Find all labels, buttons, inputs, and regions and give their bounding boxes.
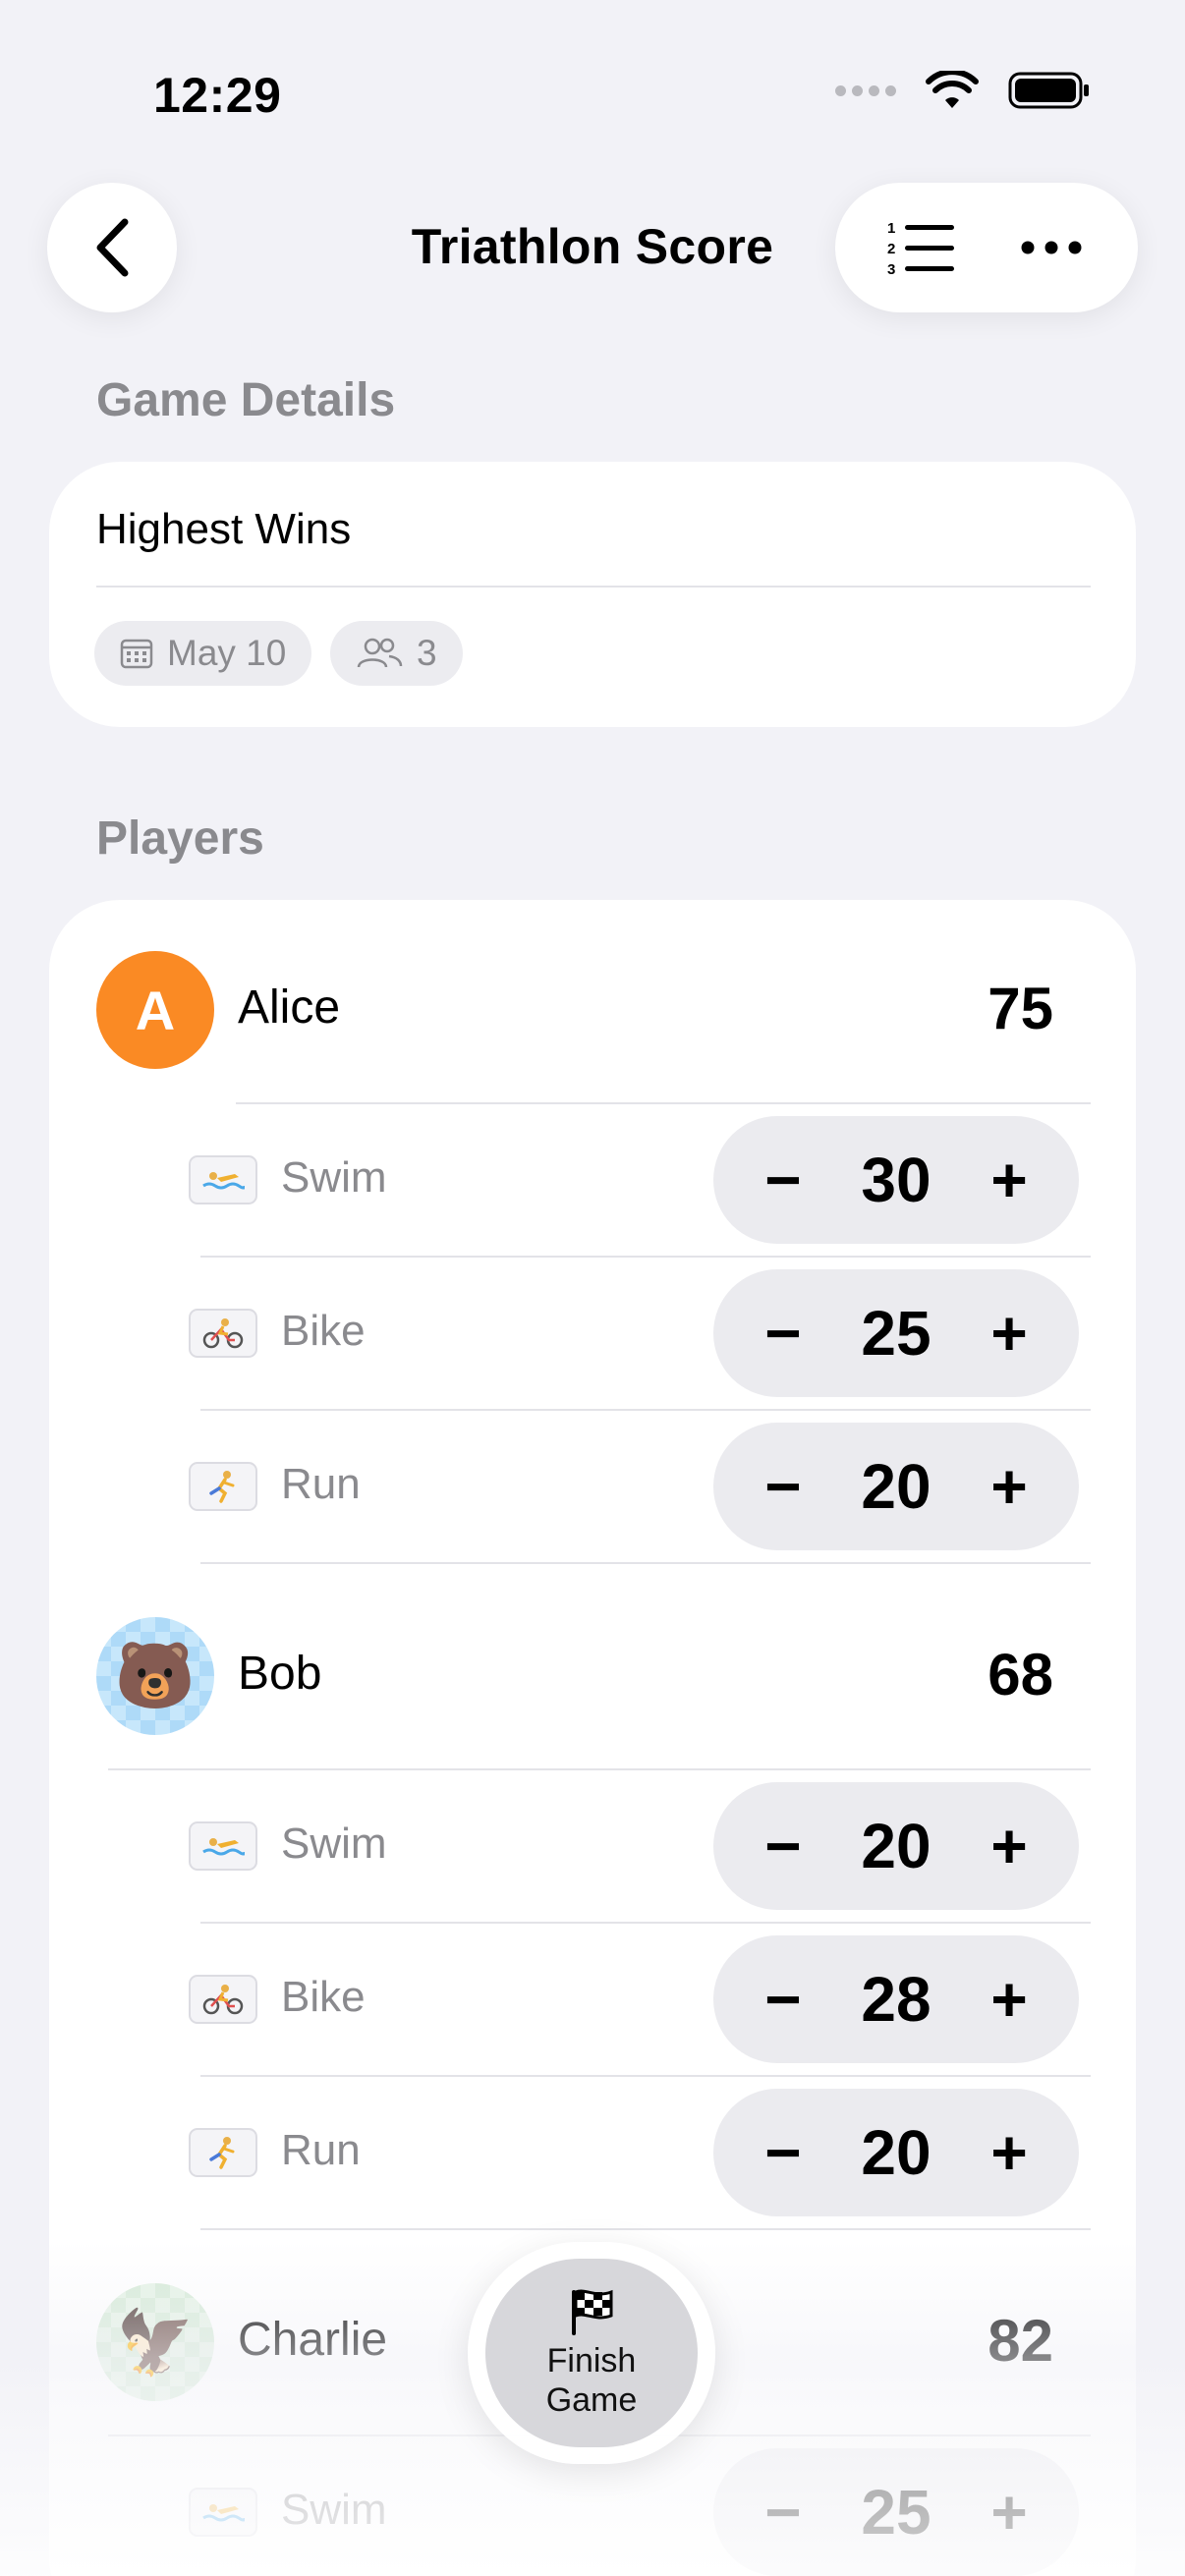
score-stepper: − 30 + xyxy=(713,1116,1079,1244)
event-score: 20 xyxy=(861,1451,931,1522)
event-label: Swim xyxy=(281,1820,387,1868)
event-row: Run − 20 + xyxy=(49,2077,1136,2228)
nav-actions: 1 2 3 xyxy=(835,183,1138,312)
avatar: 🦅 xyxy=(96,2283,214,2401)
runner-icon xyxy=(189,2128,257,2177)
player-name: Alice xyxy=(238,981,341,1034)
player-count-label: 3 xyxy=(417,633,437,673)
score-stepper: − 20 + xyxy=(713,1423,1079,1550)
svg-text:3: 3 xyxy=(887,261,895,276)
finish-game-container: Finish Game xyxy=(468,2242,715,2464)
score-stepper: − 28 + xyxy=(713,1935,1079,2063)
player-count-chip[interactable]: 3 xyxy=(330,621,463,686)
people-icon xyxy=(357,638,403,668)
increment-button[interactable]: + xyxy=(975,2117,1044,2188)
status-indicators xyxy=(835,71,1091,110)
player-name: Bob xyxy=(238,1648,322,1700)
decrement-button[interactable]: − xyxy=(749,2117,818,2188)
increment-button[interactable]: + xyxy=(975,2477,1044,2548)
date-label: May 10 xyxy=(167,633,287,673)
event-label: Swim xyxy=(281,1153,387,1202)
event-label: Bike xyxy=(281,1307,366,1355)
event-score: 25 xyxy=(861,1298,931,1369)
event-row: Swim − 20 + xyxy=(49,1770,1136,1922)
score-stepper: − 25 + xyxy=(713,2448,1079,2576)
svg-text:2: 2 xyxy=(887,241,895,257)
event-label: Run xyxy=(281,1460,361,1508)
divider xyxy=(200,2228,1091,2230)
status-time: 12:29 xyxy=(153,68,282,123)
player-row[interactable]: A Alice 75 xyxy=(49,941,1136,1079)
score-stepper: − 20 + xyxy=(713,1782,1079,1910)
event-score: 20 xyxy=(861,2117,931,2188)
event-label: Swim xyxy=(281,2486,387,2534)
swimmer-icon xyxy=(189,1821,257,1871)
event-row: Bike − 25 + xyxy=(49,1258,1136,1409)
decrement-button[interactable]: − xyxy=(749,1298,818,1369)
decrement-button[interactable]: − xyxy=(749,1145,818,1215)
event-score: 30 xyxy=(861,1145,931,1215)
screen: 12:29 Triathlon Score 1 2 3 Game Details… xyxy=(0,0,1185,2576)
event-score: 28 xyxy=(861,1964,931,2035)
decrement-button[interactable]: − xyxy=(749,1811,818,1881)
score-stepper: − 25 + xyxy=(713,1269,1079,1397)
player-total-score: 82 xyxy=(988,2308,1053,2374)
player-total-score: 75 xyxy=(988,976,1053,1041)
leaderboard-button[interactable]: 1 2 3 xyxy=(868,194,976,302)
finish-game-button[interactable]: Finish Game xyxy=(485,2259,698,2447)
increment-button[interactable]: + xyxy=(975,1298,1044,1369)
game-details-header: Game Details xyxy=(96,374,396,426)
more-button[interactable] xyxy=(997,194,1105,302)
cyclist-icon xyxy=(189,1309,257,1358)
player-total-score: 68 xyxy=(988,1642,1053,1708)
increment-button[interactable]: + xyxy=(975,1964,1044,2035)
score-stepper: − 20 + xyxy=(713,2089,1079,2216)
event-label: Run xyxy=(281,2126,361,2174)
divider xyxy=(96,586,1091,588)
event-score: 20 xyxy=(861,1811,931,1881)
calendar-icon xyxy=(120,639,153,669)
runner-icon xyxy=(189,1462,257,1511)
decrement-button[interactable]: − xyxy=(749,1451,818,1522)
player-name: Charlie xyxy=(238,2314,388,2366)
numbered-list-icon: 1 2 3 xyxy=(887,220,954,276)
ellipsis-icon xyxy=(1021,241,1082,254)
date-chip[interactable]: May 10 xyxy=(94,621,312,686)
increment-button[interactable]: + xyxy=(975,1811,1044,1881)
cellular-signal-icon xyxy=(835,84,896,96)
decrement-button[interactable]: − xyxy=(749,2477,818,2548)
increment-button[interactable]: + xyxy=(975,1451,1044,1522)
game-details-card: Highest Wins May 10 3 xyxy=(49,462,1136,727)
finish-game-label: Finish Game xyxy=(545,2342,638,2419)
players-header: Players xyxy=(96,812,264,865)
event-label: Bike xyxy=(281,1973,366,2021)
swimmer-icon xyxy=(189,2488,257,2537)
cyclist-icon xyxy=(189,1975,257,2024)
event-row: Run − 20 + xyxy=(49,1411,1136,1562)
checkered-flag-icon xyxy=(572,2289,613,2335)
svg-text:1: 1 xyxy=(887,220,895,237)
wifi-icon xyxy=(926,71,979,108)
decrement-button[interactable]: − xyxy=(749,1964,818,2035)
event-score: 25 xyxy=(861,2477,931,2548)
divider xyxy=(200,1562,1091,1564)
avatar: A xyxy=(96,951,214,1069)
event-row: Bike − 28 + xyxy=(49,1924,1136,2075)
avatar: 🐻 xyxy=(96,1617,214,1735)
battery-icon xyxy=(1008,72,1089,109)
swimmer-icon xyxy=(189,1155,257,1204)
player-row[interactable]: 🐻 Bob 68 xyxy=(49,1607,1136,1745)
increment-button[interactable]: + xyxy=(975,1145,1044,1215)
event-row: Swim − 30 + xyxy=(49,1104,1136,1256)
game-mode[interactable]: Highest Wins xyxy=(96,505,351,554)
